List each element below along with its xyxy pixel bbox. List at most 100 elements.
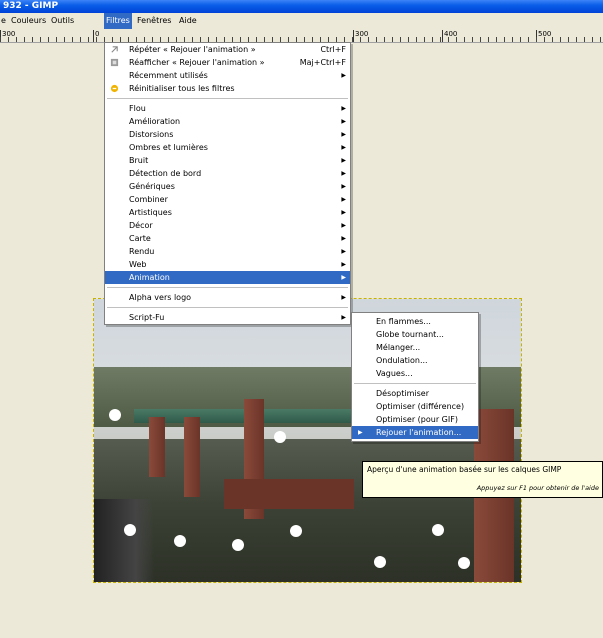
menu-edit[interactable]: e [1,13,6,29]
window-title-bar[interactable]: 932 - GIMP [0,0,603,13]
menu-item-animation[interactable]: Animation ▶ [105,271,350,284]
menu-item-label: Alpha vers logo [129,293,192,302]
menu-item-distorsions[interactable]: Distorsions ▶ [105,128,350,141]
menu-item-bruit[interactable]: Bruit ▶ [105,154,350,167]
tooltip-text: Aperçu d'une animation basée sur les cal… [367,465,562,474]
horizontal-ruler: 300 0 300 400 500 [0,29,603,43]
menu-item-carte[interactable]: Carte ▶ [105,232,350,245]
menu-item-label: Amélioration [129,117,181,126]
menu-item-detection[interactable]: Détection de bord ▶ [105,167,350,180]
submenu-arrow-icon: ▶ [341,157,346,164]
submenu-arrow-icon: ▶ [341,314,346,321]
window-title: 932 - GIMP [3,1,59,11]
menu-item-label: Bruit [129,156,149,165]
menu-item-label: Combiner [129,195,168,204]
submenu-arrow-icon: ▶ [341,118,346,125]
submenu-arrow-icon: ▶ [341,170,346,177]
menu-item-label: Script-Fu [129,313,165,322]
submenu-item-optimiser-difference[interactable]: Optimiser (différence) [352,400,478,413]
menu-item-label: Distorsions [129,130,174,139]
menu-item-ombres[interactable]: Ombres et lumières ▶ [105,141,350,154]
submenu-arrow-icon: ▶ [341,105,346,112]
menu-item-alpha-logo[interactable]: Alpha vers logo ▶ [105,291,350,304]
shortcut-label: Maj+Ctrl+F [299,58,346,67]
menu-outils[interactable]: Outils [51,13,74,29]
menu-item-decor[interactable]: Décor ▶ [105,219,350,232]
menu-item-label: Artistiques [129,208,172,217]
menu-item-rendu[interactable]: Rendu ▶ [105,245,350,258]
menu-item-label: Web [129,260,147,269]
menu-item-reset-filters[interactable]: Réinitialiser tous les filtres [105,82,350,95]
submenu-arrow-icon: ▶ [341,72,346,79]
submenu-arrow-icon: ▶ [341,183,346,190]
submenu-item-ondulation[interactable]: Ondulation... [352,354,478,367]
submenu-arrow-icon: ▶ [341,209,346,216]
menu-item-label: Carte [129,234,151,243]
reset-icon [110,84,119,93]
repeat-icon [111,46,118,53]
menu-item-label: Rendu [129,247,155,256]
menu-aide[interactable]: Aide [179,13,197,29]
menu-item-reshow[interactable]: Réafficher « Rejouer l'animation » Maj+C… [105,56,350,69]
shortcut-label: Ctrl+F [320,45,346,54]
menu-item-amelioration[interactable]: Amélioration ▶ [105,115,350,128]
menu-item-recently-used[interactable]: Récemment utilisés ▶ [105,69,350,82]
submenu-arrow-icon: ▶ [341,131,346,138]
menu-item-artistiques[interactable]: Artistiques ▶ [105,206,350,219]
submenu-item-rejouer-animation[interactable]: ▶ Rejouer l'animation... [352,426,478,439]
menu-item-label: En flammes... [376,317,431,326]
menu-fenetres[interactable]: Fenêtres [137,13,171,29]
menu-item-label: Vagues... [376,369,413,378]
menu-item-label: Animation [129,273,170,282]
menu-separator [354,383,476,384]
menu-item-label: Rejouer l'animation... [376,428,462,437]
submenu-item-desoptimiser[interactable]: Désoptimiser [352,387,478,400]
menu-item-generiques[interactable]: Génériques ▶ [105,180,350,193]
menu-item-combiner[interactable]: Combiner ▶ [105,193,350,206]
menu-item-label: Décor [129,221,153,230]
pointer-arrow-icon: ▶ [358,429,363,436]
menu-item-label: Flou [129,104,146,113]
submenu-arrow-icon: ▶ [341,235,346,242]
filters-menu: Répéter « Rejouer l'animation » Ctrl+F R… [104,42,351,325]
menu-item-repeat[interactable]: Répéter « Rejouer l'animation » Ctrl+F [105,43,350,56]
menu-item-label: Réinitialiser tous les filtres [129,84,235,93]
menu-couleurs[interactable]: Couleurs [11,13,46,29]
menu-separator [107,287,348,288]
menu-item-label: Globe tournant... [376,330,444,339]
submenu-item-optimiser-gif[interactable]: Optimiser (pour GIF) [352,413,478,426]
menu-item-label: Ondulation... [376,356,428,365]
tooltip: Aperçu d'une animation basée sur les cal… [362,461,603,498]
menu-item-label: Génériques [129,182,175,191]
menu-bar: e Couleurs Outils Filtres Fenêtres Aide [0,13,603,29]
menu-item-script-fu[interactable]: Script-Fu ▶ [105,311,350,324]
menu-separator [107,307,348,308]
menu-filtres[interactable]: Filtres [104,13,132,29]
reshow-icon [110,58,119,67]
submenu-arrow-icon: ▶ [341,248,346,255]
menu-item-label: Optimiser (pour GIF) [376,415,458,424]
submenu-item-melanger[interactable]: Mélanger... [352,341,478,354]
menu-item-label: Détection de bord [129,169,202,178]
submenu-arrow-icon: ▶ [341,222,346,229]
menu-separator [107,98,348,99]
menu-item-flou[interactable]: Flou ▶ [105,102,350,115]
submenu-item-en-flammes[interactable]: En flammes... [352,315,478,328]
submenu-item-globe-tournant[interactable]: Globe tournant... [352,328,478,341]
menu-item-label: Ombres et lumières [129,143,208,152]
menu-item-label: Répéter « Rejouer l'animation » [129,45,256,54]
animation-submenu: En flammes... Globe tournant... Mélanger… [351,312,479,442]
menu-item-label: Optimiser (différence) [376,402,465,411]
submenu-arrow-icon: ▶ [341,261,346,268]
menu-item-label: Récemment utilisés [129,71,208,80]
tooltip-hint: Appuyez sur F1 pour obtenir de l'aide [476,484,599,492]
submenu-arrow-icon: ▶ [341,144,346,151]
menu-item-label: Désoptimiser [376,389,429,398]
submenu-item-vagues[interactable]: Vagues... [352,367,478,380]
menu-item-label: Mélanger... [376,343,421,352]
submenu-arrow-icon: ▶ [341,294,346,301]
submenu-arrow-icon: ▶ [341,196,346,203]
submenu-arrow-icon: ▶ [341,274,346,281]
menu-item-web[interactable]: Web ▶ [105,258,350,271]
menu-item-label: Réafficher « Rejouer l'animation » [129,58,265,67]
